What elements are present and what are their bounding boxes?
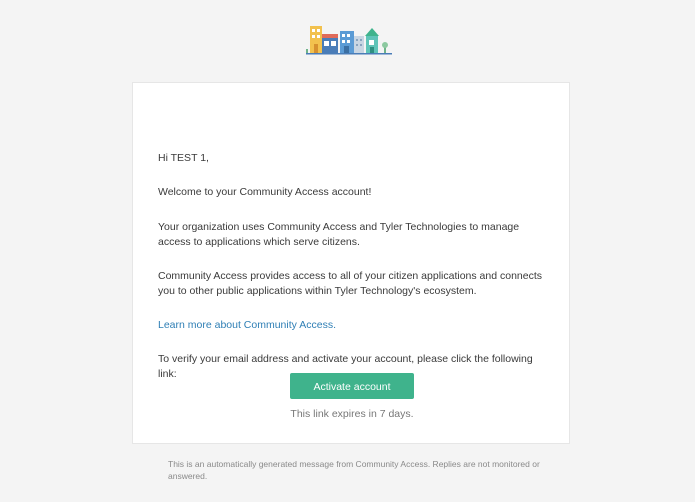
email-page: Hi TEST 1, Welcome to your Community Acc…	[0, 0, 695, 502]
welcome-text: Welcome to your Community Access account…	[158, 186, 372, 198]
greeting-text: Hi TEST 1,	[158, 152, 209, 164]
community-buildings-logo-icon	[306, 26, 392, 55]
learn-more-line: Learn more about Community Access.	[158, 318, 553, 333]
email-card: Hi TEST 1, Welcome to your Community Acc…	[132, 82, 570, 444]
organization-paragraph: Your organization uses Community Access …	[158, 221, 520, 248]
activate-account-button[interactable]: Activate account	[290, 373, 414, 399]
link-expiry-note: This link expires in 7 days.	[290, 408, 414, 420]
footer-disclaimer: This is an automatically generated messa…	[168, 459, 540, 481]
learn-more-link[interactable]: Learn more about Community Access.	[158, 319, 336, 331]
provides-paragraph: Community Access provides access to all …	[158, 270, 543, 297]
